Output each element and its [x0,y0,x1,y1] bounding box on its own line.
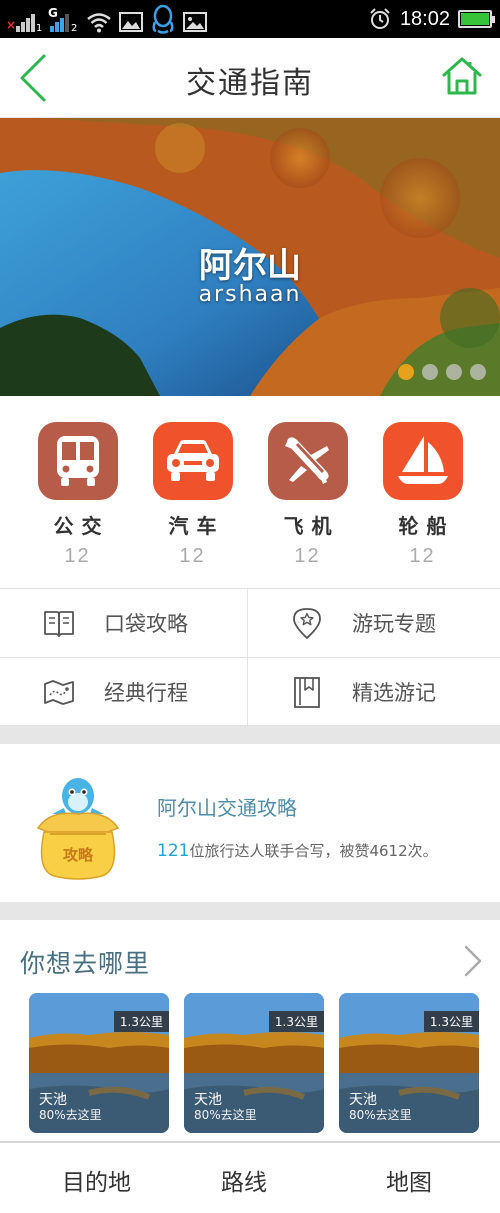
plane-icon [267,422,348,500]
distance-badge: 1.3公里 [113,1011,169,1032]
mascot-bag-icon: 攻略 [36,778,120,880]
transport-bus[interactable]: 公交 12 [30,396,126,588]
transport-count: 12 [179,545,206,567]
transport-car[interactable]: 汽车 12 [145,396,241,588]
transport-label: 公交 [53,514,110,538]
alarm-icon [370,8,390,29]
menu-item-classic-routes[interactable]: 经典行程 [0,658,247,726]
wifi-icon [87,13,111,33]
destination-percent: 80%去这里 [349,1108,412,1122]
status-bar: × 1 G 2 18:02 [0,0,500,38]
menu-grid: 口袋攻略 游玩专题 经典行程 精选游记 [0,588,500,727]
bookmark-icon [294,677,320,708]
transport-count: 12 [64,545,91,567]
destination-cards: 1.3公里 天池 80%去这里 1.3公里 天池 80%去这里 1.3公里 天池… [29,993,479,1133]
nav-map[interactable]: 地图 [386,1163,432,1197]
menu-item-label: 口袋攻略 [104,612,188,636]
bottom-nav: 目的地 路线 地图 [0,1141,500,1213]
status-left: × 1 G 2 [6,4,208,34]
nav-route[interactable]: 路线 [221,1163,267,1197]
network-type-label: G [48,6,58,20]
destination-percent: 80%去这里 [194,1108,257,1122]
qq-icon [152,4,174,34]
signal-icon: G 2 [46,6,80,34]
chevron-right-icon[interactable] [462,944,484,978]
section-separator [0,726,500,744]
transport-plane[interactable]: 飞机 12 [260,396,356,588]
status-right: 18:02 [368,0,495,38]
gallery-icon [183,12,207,32]
image-icon [119,12,143,32]
bus-icon [37,422,118,500]
destination-percent: 80%去这里 [39,1108,102,1122]
page-title: 交通指南 [186,67,314,100]
sim2-label: 2 [71,23,78,34]
battery-level [461,13,489,25]
sim1-label: 1 [36,23,43,34]
location-star-icon [293,608,321,639]
banner-subtitle: arshaan [198,282,302,307]
transport-boat[interactable]: 轮船 12 [375,396,471,588]
signal-icon: × 1 [6,8,43,34]
destination-card[interactable]: 1.3公里 天池 80%去这里 [29,993,169,1133]
hero-banner[interactable]: 阿尔山 arshaan [0,118,500,396]
map-icon [44,680,74,705]
guide-title: 阿尔山交通攻略 [157,796,297,820]
guide-card[interactable]: 攻略 阿尔山交通攻略 121位旅行达人联手合写，被赞4612次。 [0,744,500,900]
transport-label: 汽车 [168,514,225,538]
section-separator [0,902,500,920]
destination-card[interactable]: 1.3公里 天池 80%去这里 [339,993,479,1133]
transport-row: 公交 12 汽车 12 飞机 12 轮船 12 [0,396,500,588]
clock: 18:02 [399,7,450,30]
battery-icon [458,10,495,28]
menu-item-pocket-guide[interactable]: 口袋攻略 [0,589,247,657]
carousel-dot[interactable] [446,364,462,380]
transport-label: 轮船 [398,514,455,538]
destination-card[interactable]: 1.3公里 天池 80%去这里 [184,993,324,1133]
no-signal-mark: × [6,18,17,32]
carousel-dot[interactable] [398,364,414,380]
book-icon [44,611,74,637]
menu-item-label: 经典行程 [104,681,188,705]
destinations-section: 你想去哪里 1.3公里 天池 80%去这里 1.3公里 天池 80%去这里 1.… [0,920,500,1142]
home-icon[interactable] [440,54,484,98]
transport-count: 12 [294,545,321,567]
guide-description-text: 位旅行达人联手合写，被赞4612次。 [189,842,438,860]
carousel-dots[interactable] [398,364,486,380]
carousel-dot[interactable] [470,364,486,380]
menu-item-label: 精选游记 [352,681,436,705]
transport-count: 12 [409,545,436,567]
menu-item-travel-notes[interactable]: 精选游记 [248,658,495,726]
distance-badge: 1.3公里 [423,1011,479,1032]
distance-badge: 1.3公里 [268,1011,324,1032]
menu-item-label: 游玩专题 [352,612,436,636]
carousel-dot[interactable] [422,364,438,380]
mascot-label: 攻略 [63,846,94,864]
menu-item-topics[interactable]: 游玩专题 [248,589,495,657]
car-icon [152,422,233,500]
section-title: 你想去哪里 [20,949,151,978]
banner-title: 阿尔山 [199,246,301,286]
boat-icon [382,422,463,500]
app-header: 交通指南 [0,38,500,118]
guide-author-count: 121 [157,841,190,861]
transport-label: 飞机 [283,514,340,538]
nav-destination[interactable]: 目的地 [62,1163,131,1197]
guide-description: 121位旅行达人联手合写，被赞4612次。 [157,840,438,861]
